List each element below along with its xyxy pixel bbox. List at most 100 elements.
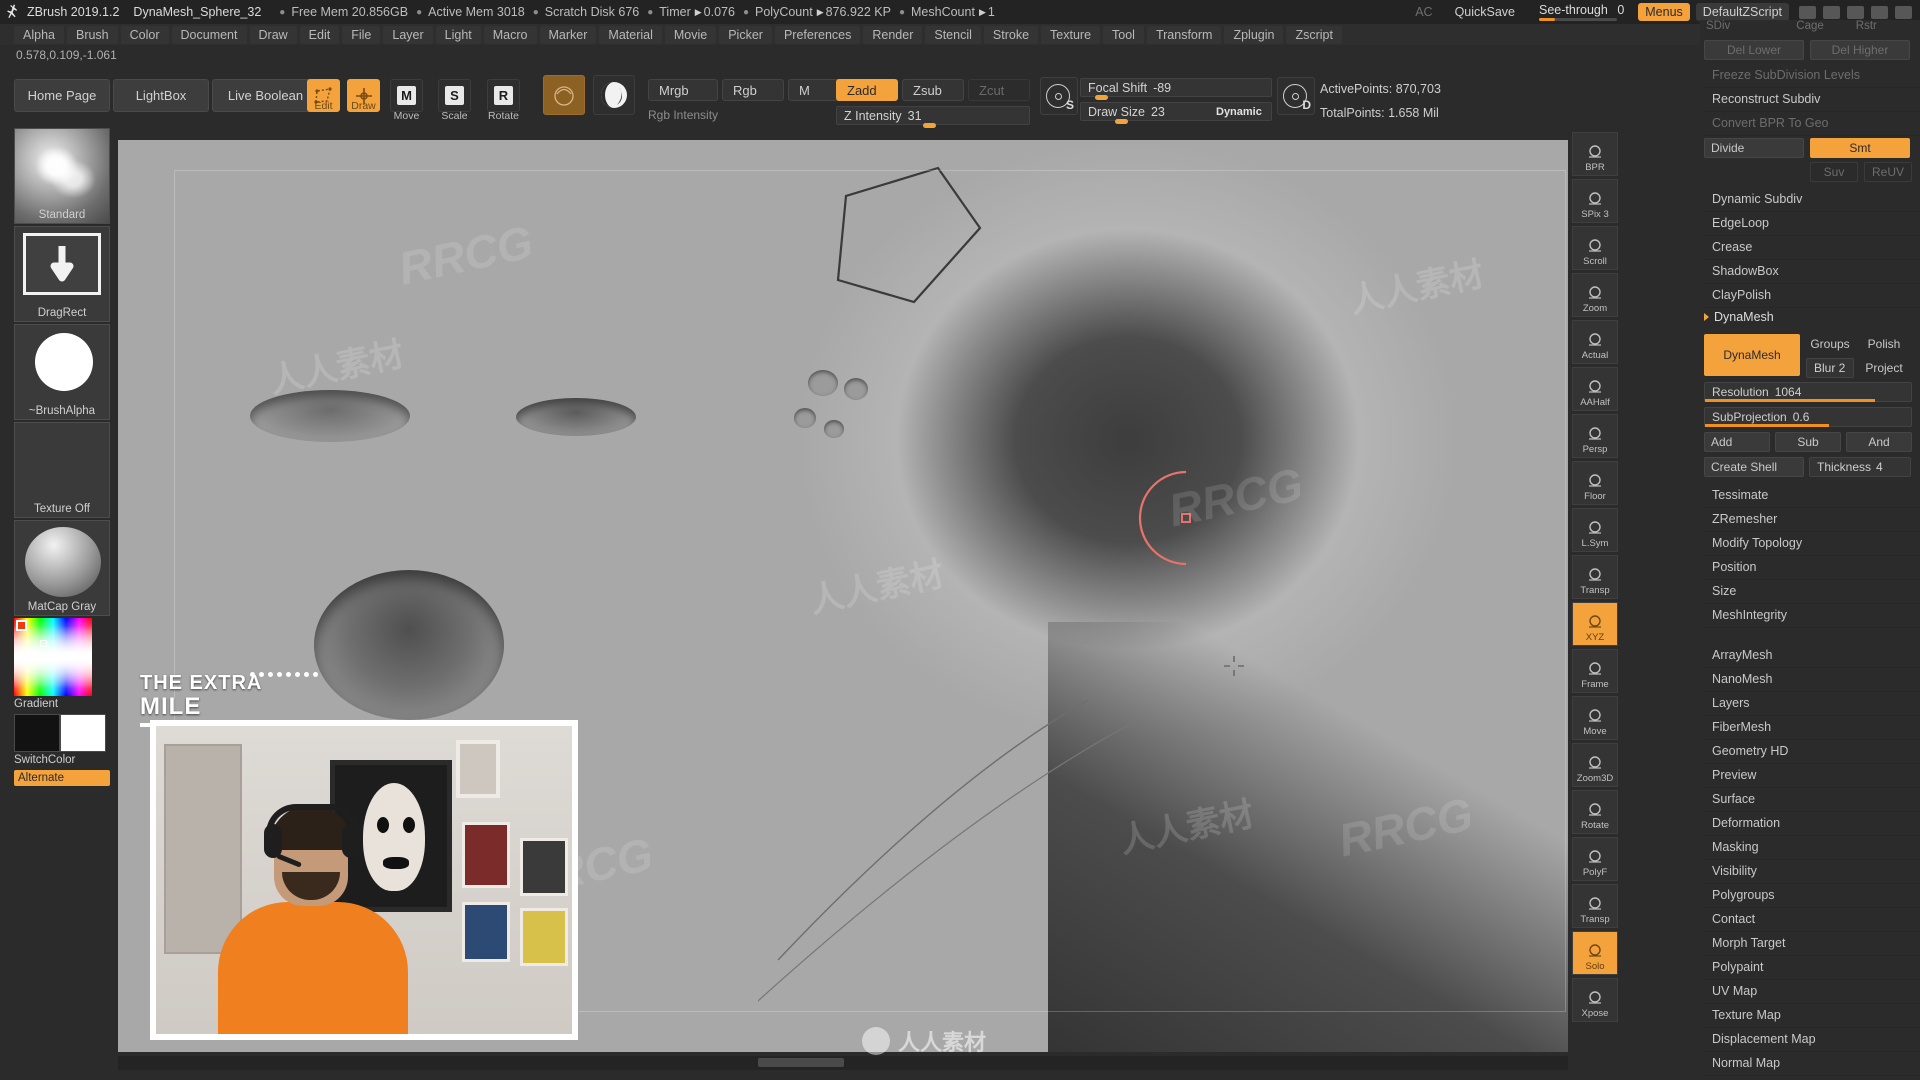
z-intensity-knob[interactable] xyxy=(923,123,936,128)
dynamesh-section-header[interactable]: DynaMesh xyxy=(1704,310,1912,324)
tessimate-section[interactable]: Tessimate xyxy=(1704,484,1920,508)
convert-bpr-button[interactable]: Convert BPR To Geo xyxy=(1704,112,1920,136)
mrgb-toggle[interactable]: Mrgb xyxy=(648,79,718,101)
edgeloop-section[interactable]: EdgeLoop xyxy=(1704,212,1920,236)
menu-item-document[interactable]: Document xyxy=(171,25,247,44)
scale-mode-button[interactable]: S Scale xyxy=(438,79,471,122)
menu-item-stencil[interactable]: Stencil xyxy=(925,25,981,44)
menu-item-macro[interactable]: Macro xyxy=(483,25,537,44)
zadd-toggle[interactable]: Zadd xyxy=(836,79,898,101)
rail-button-xyz[interactable]: XYZ xyxy=(1572,602,1618,646)
project-toggle[interactable]: Project xyxy=(1860,358,1908,378)
groups-toggle[interactable]: Groups xyxy=(1806,334,1854,354)
divide-button[interactable]: Divide xyxy=(1704,138,1804,158)
menu-item-file[interactable]: File xyxy=(342,25,381,44)
tool-section-polypaint[interactable]: Polypaint xyxy=(1704,956,1920,980)
see-through-slider[interactable]: See-through 0 xyxy=(1539,3,1624,21)
brush-selector[interactable]: Standard xyxy=(14,128,110,224)
resolution-slider[interactable]: Resolution 1064 xyxy=(1704,382,1912,402)
menu-item-picker[interactable]: Picker xyxy=(719,25,772,44)
menu-item-preferences[interactable]: Preferences xyxy=(774,25,861,44)
see-through-track[interactable] xyxy=(1539,18,1618,21)
dynamic-badge[interactable]: Dynamic xyxy=(1216,106,1262,118)
draw-size-knob[interactable] xyxy=(1115,119,1128,124)
rail-button-rotate[interactable]: Rotate xyxy=(1572,790,1618,834)
position-section[interactable]: Position xyxy=(1704,556,1920,580)
menu-item-light[interactable]: Light xyxy=(435,25,481,44)
canvas-hscrollbar[interactable] xyxy=(118,1056,1568,1070)
move-mode-button[interactable]: M Move xyxy=(390,79,423,122)
suv-toggle[interactable]: Suv xyxy=(1810,162,1858,182)
menu-item-draw[interactable]: Draw xyxy=(249,25,297,44)
rotate-mode-button[interactable]: R Rotate xyxy=(487,79,520,122)
tool-section-polygroups[interactable]: Polygroups xyxy=(1704,884,1920,908)
tool-section-surface[interactable]: Surface xyxy=(1704,788,1920,812)
tool-section-masking[interactable]: Masking xyxy=(1704,836,1920,860)
menu-item-material[interactable]: Material xyxy=(599,25,662,44)
tool-section-deformation[interactable]: Deformation xyxy=(1704,812,1920,836)
rail-button-polyf[interactable]: PolyF xyxy=(1572,837,1618,881)
sub-button[interactable]: Sub xyxy=(1775,432,1841,452)
thickness-slider[interactable]: Thickness 4 xyxy=(1809,457,1911,477)
tool-section-geometry-hd[interactable]: Geometry HD xyxy=(1704,740,1920,764)
layout-icon-3[interactable] xyxy=(1847,5,1864,19)
menu-item-alpha[interactable]: Alpha xyxy=(14,25,64,44)
tool-section-uv-map[interactable]: UV Map xyxy=(1704,980,1920,1004)
tool-section-vector-displacement-map[interactable]: Vector Displacement Map xyxy=(1704,1076,1920,1080)
menus-button[interactable]: Menus xyxy=(1638,3,1690,21)
crease-section[interactable]: Crease xyxy=(1704,236,1920,260)
rgb-toggle[interactable]: Rgb xyxy=(722,79,784,101)
white-swatch[interactable] xyxy=(60,714,106,752)
rail-button-transp[interactable]: Transp xyxy=(1572,884,1618,928)
menu-item-layer[interactable]: Layer xyxy=(383,25,433,44)
color-picker[interactable] xyxy=(14,618,92,696)
z-intensity-slider[interactable]: Z Intensity 31 xyxy=(836,106,1030,128)
layout-icon-2[interactable] xyxy=(1823,5,1840,19)
create-shell-button[interactable]: Create Shell xyxy=(1704,457,1804,477)
add-button[interactable]: Add xyxy=(1704,432,1770,452)
live-boolean-button[interactable]: Live Boolean xyxy=(212,79,319,112)
menu-item-transform[interactable]: Transform xyxy=(1146,25,1222,44)
rail-button-floor[interactable]: Floor xyxy=(1572,461,1618,505)
rail-button-frame[interactable]: Frame xyxy=(1572,649,1618,693)
size-section[interactable]: Size xyxy=(1704,580,1920,604)
alpha-selector[interactable]: ~BrushAlpha xyxy=(14,324,110,420)
default-zscript-button[interactable]: DefaultZScript xyxy=(1695,3,1789,21)
quicksave-button[interactable]: QuickSave xyxy=(1455,5,1515,19)
tool-section-normal-map[interactable]: Normal Map xyxy=(1704,1052,1920,1076)
edit-mode-button[interactable]: Edit xyxy=(307,79,340,112)
black-swatch[interactable] xyxy=(14,714,60,752)
ac-label[interactable]: AC xyxy=(1415,5,1432,19)
polish-toggle[interactable]: Polish xyxy=(1860,334,1908,354)
rail-button-move[interactable]: Move xyxy=(1572,696,1618,740)
alternate-button[interactable]: Alternate xyxy=(14,770,110,786)
scrollbar-thumb[interactable] xyxy=(758,1058,844,1067)
menu-item-tool[interactable]: Tool xyxy=(1103,25,1144,44)
modify-topology-section[interactable]: Modify Topology xyxy=(1704,532,1920,556)
menu-item-zscript[interactable]: Zscript xyxy=(1286,25,1342,44)
tool-section-contact[interactable]: Contact xyxy=(1704,908,1920,932)
layout-icon-4[interactable] xyxy=(1871,5,1888,19)
stroke-selector[interactable]: DragRect xyxy=(14,226,110,322)
menu-item-texture[interactable]: Texture xyxy=(1041,25,1101,44)
rail-button-l-sym[interactable]: L.Sym xyxy=(1572,508,1618,552)
current-alpha-preview[interactable] xyxy=(593,75,635,115)
rail-button-aahalf[interactable]: AAHalf xyxy=(1572,367,1618,411)
menu-item-brush[interactable]: Brush xyxy=(66,25,118,44)
rail-button-zoom3d[interactable]: Zoom3D xyxy=(1572,743,1618,787)
tool-section-layers[interactable]: Layers xyxy=(1704,692,1920,716)
menu-item-render[interactable]: Render xyxy=(863,25,923,44)
tool-section-preview[interactable]: Preview xyxy=(1704,764,1920,788)
draw-mode-button[interactable]: Draw xyxy=(347,79,380,112)
del-lower-button[interactable]: Del Lower xyxy=(1704,40,1804,60)
rail-button-transp[interactable]: Transp xyxy=(1572,555,1618,599)
rail-button-solo[interactable]: Solo xyxy=(1572,931,1618,975)
menu-item-marker[interactable]: Marker xyxy=(539,25,597,44)
subprojection-slider[interactable]: SubProjection 0.6 xyxy=(1704,407,1912,427)
tool-section-visibility[interactable]: Visibility xyxy=(1704,860,1920,884)
and-button[interactable]: And xyxy=(1846,432,1912,452)
lightbox-button[interactable]: LightBox xyxy=(113,79,209,112)
claypolish-section[interactable]: ClayPolish xyxy=(1704,284,1920,308)
texture-selector[interactable]: Texture Off xyxy=(14,422,110,518)
rail-button-scroll[interactable]: Scroll xyxy=(1572,226,1618,270)
